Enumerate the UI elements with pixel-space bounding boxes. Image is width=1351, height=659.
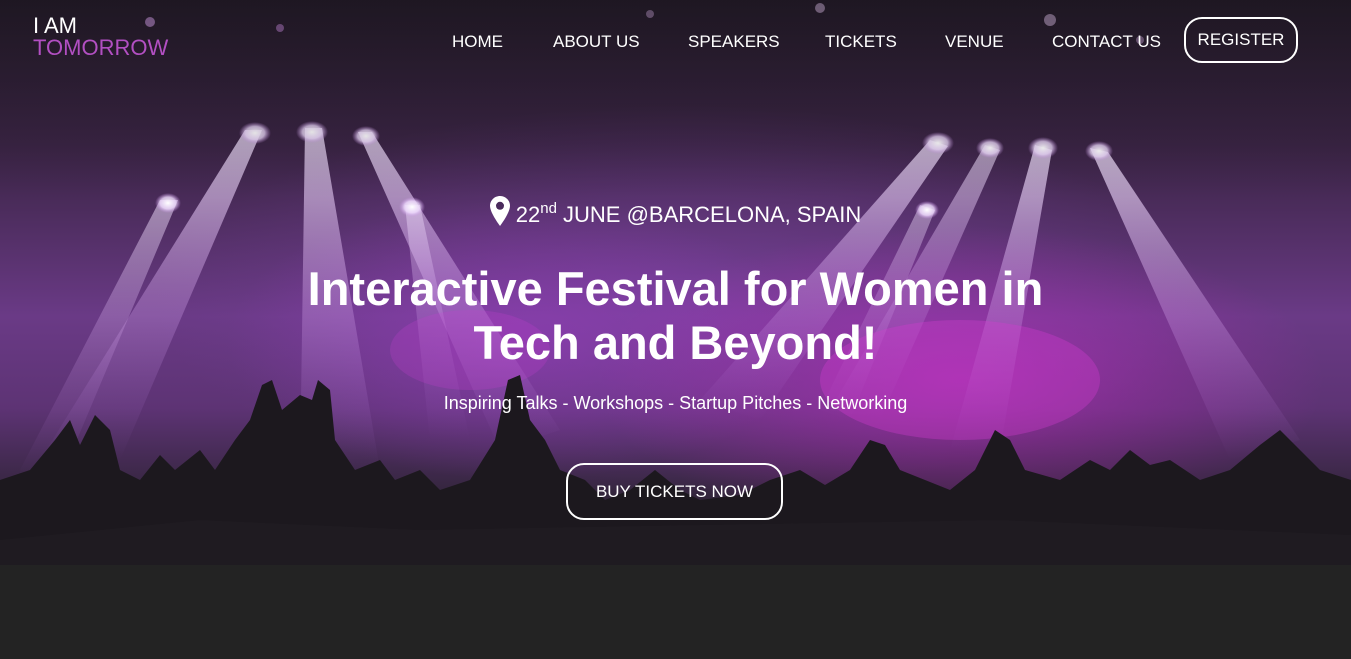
- event-date-day: 22: [515, 202, 541, 227]
- register-button[interactable]: REGISTER: [1184, 17, 1298, 63]
- map-pin-icon: [489, 196, 510, 241]
- top-navbar: I AM TOMORROW HOME ABOUT US SPEAKERS TIC…: [0, 0, 1351, 82]
- hero-headline: Interactive Festival for Women in Tech a…: [0, 262, 1351, 370]
- hero-section: I AM TOMORROW HOME ABOUT US SPEAKERS TIC…: [0, 0, 1351, 659]
- hero-headline-line1: Interactive Festival for Women in: [307, 262, 1044, 315]
- event-date-location: 22nd JUNE @BARCELONA, SPAIN: [0, 193, 1351, 241]
- nav-item-home[interactable]: HOME: [452, 30, 503, 54]
- hero-headline-line2: Tech and Beyond!: [473, 316, 878, 369]
- buy-tickets-button[interactable]: BUY TICKETS NOW: [566, 463, 783, 520]
- nav-item-venue[interactable]: VENUE: [945, 30, 1004, 54]
- nav-item-about-us[interactable]: ABOUT US: [553, 30, 640, 54]
- nav-item-tickets[interactable]: TICKETS: [825, 30, 897, 54]
- nav-item-contact-us[interactable]: CONTACT US: [1052, 30, 1161, 54]
- event-date-rest: JUNE @BARCELONA, SPAIN: [556, 202, 862, 227]
- main-nav: HOME ABOUT US SPEAKERS TICKETS VENUE CON…: [0, 30, 1351, 54]
- nav-item-speakers[interactable]: SPEAKERS: [688, 30, 780, 54]
- event-date-suffix: nd: [540, 200, 557, 217]
- hero-subline: Inspiring Talks - Workshops - Startup Pi…: [443, 393, 908, 413]
